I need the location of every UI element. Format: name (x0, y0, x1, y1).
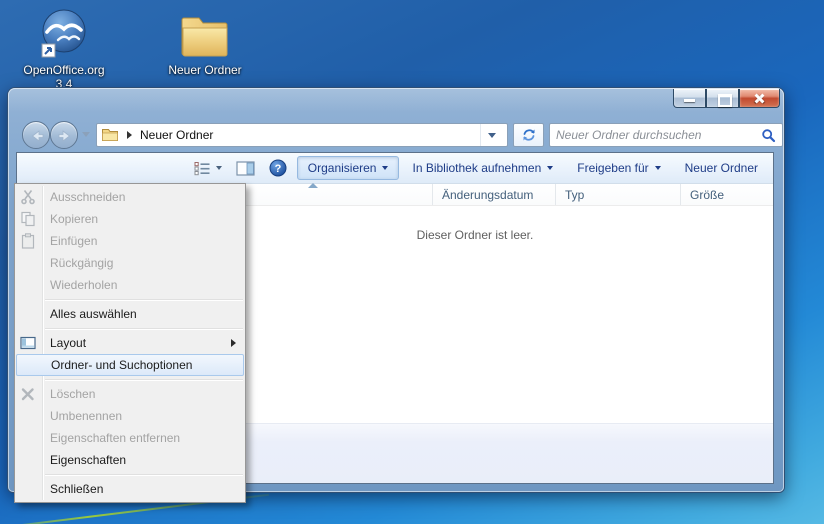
window-controls (673, 89, 780, 108)
command-toolbar: ? Organisieren In Bibliothek aufnehmen F… (17, 153, 773, 184)
dropdown-arrow-icon (382, 166, 389, 170)
search-input[interactable] (556, 128, 761, 142)
refresh-button[interactable] (513, 123, 544, 147)
menu-separator (45, 328, 243, 329)
menu-item-layout[interactable]: Layout (15, 332, 245, 354)
no-icon (20, 306, 36, 322)
folder-icon (157, 8, 253, 60)
no-icon (20, 277, 36, 293)
address-bar[interactable]: Neuer Ordner (96, 123, 508, 147)
no-icon (20, 452, 36, 468)
change-view-button[interactable] (189, 158, 227, 179)
menu-separator (45, 474, 243, 475)
no-icon (20, 255, 36, 271)
preview-pane-button[interactable] (231, 158, 260, 179)
toolbar-button-organize[interactable]: Organisieren (296, 156, 400, 180)
menu-item-properties[interactable]: Eigenschaften (15, 449, 245, 471)
window-button-minimize[interactable] (673, 89, 706, 108)
toolbar-right-group: ? (189, 156, 296, 180)
desktop-icon-label: OpenOffice.org 3.4 (23, 63, 105, 91)
openoffice-icon (16, 8, 112, 60)
views-icon (194, 161, 210, 175)
menu-item-undo[interactable]: Rückgängig (15, 252, 245, 274)
no-icon (20, 481, 36, 497)
navigation-bar: Neuer Ordner (16, 118, 783, 152)
col-header-type[interactable]: Typ (555, 184, 680, 205)
menu-item-rename[interactable]: Umbenennen (15, 405, 245, 427)
col-header-date-modified[interactable]: Änderungsdatum (432, 184, 555, 205)
dropdown-arrow-icon (547, 166, 554, 170)
menu-separator (45, 299, 243, 300)
help-icon: ? (269, 159, 287, 177)
desktop-icon-openoffice[interactable]: OpenOffice.org 3.4 (16, 8, 112, 91)
search-box[interactable] (549, 123, 783, 147)
desktop-icon-new-folder[interactable]: Neuer Ordner (157, 8, 253, 77)
back-button[interactable] (22, 121, 50, 149)
menu-separator (45, 379, 243, 380)
window-button-close[interactable] (739, 89, 780, 108)
menu-item-select-all[interactable]: Alles auswählen (15, 303, 245, 325)
dropdown-arrow-icon (654, 166, 661, 170)
toolbar-button-new-folder[interactable]: Neuer Ordner (674, 156, 769, 180)
layout-icon (20, 335, 36, 351)
menu-item-copy[interactable]: Kopieren (15, 208, 245, 230)
breadcrumb-arrow-icon[interactable] (127, 131, 132, 139)
forward-button[interactable] (50, 121, 78, 149)
preview-pane-icon (236, 160, 255, 176)
col-header-size[interactable]: Größe (680, 184, 768, 205)
desktop-icon-label: Neuer Ordner (168, 63, 242, 77)
paste-icon (20, 233, 36, 249)
chevron-down-icon (215, 166, 222, 170)
no-icon (20, 430, 36, 446)
svg-text:?: ? (274, 163, 281, 175)
menu-item-paste[interactable]: Einfügen (15, 230, 245, 252)
menu-item-delete[interactable]: Löschen (15, 383, 245, 405)
help-button[interactable]: ? (264, 156, 292, 180)
chevron-down-icon (488, 132, 496, 138)
recent-pages-chevron-icon[interactable] (82, 132, 90, 137)
organize-menu: Ausschneiden Kopieren Einfügen Rückgängi… (14, 183, 246, 503)
no-icon (22, 358, 38, 374)
search-icon (762, 128, 776, 142)
breadcrumb-folder[interactable]: Neuer Ordner (140, 128, 213, 142)
no-icon (20, 408, 36, 424)
address-folder-icon (102, 129, 118, 141)
window-button-maximize[interactable] (706, 89, 739, 108)
toolbar-button-share-with[interactable]: Freigeben für (566, 156, 671, 180)
menu-item-close[interactable]: Schließen (15, 478, 245, 500)
menu-item-remove-properties[interactable]: Eigenschaften entfernen (15, 427, 245, 449)
toolbar-button-include-in-library[interactable]: In Bibliothek aufnehmen (401, 156, 564, 180)
empty-folder-text: Dieser Ordner ist leer. (416, 228, 534, 242)
copy-icon (20, 211, 36, 227)
submenu-arrow-icon (231, 339, 236, 347)
menu-item-folder-options[interactable]: Ordner- und Suchoptionen (16, 354, 244, 376)
address-dropdown-button[interactable] (480, 124, 503, 146)
sort-ascending-icon (308, 183, 318, 188)
menu-item-cut[interactable]: Ausschneiden (15, 186, 245, 208)
menu-item-redo[interactable]: Wiederholen (15, 274, 245, 296)
cut-icon (20, 189, 36, 205)
delete-icon (20, 386, 36, 402)
